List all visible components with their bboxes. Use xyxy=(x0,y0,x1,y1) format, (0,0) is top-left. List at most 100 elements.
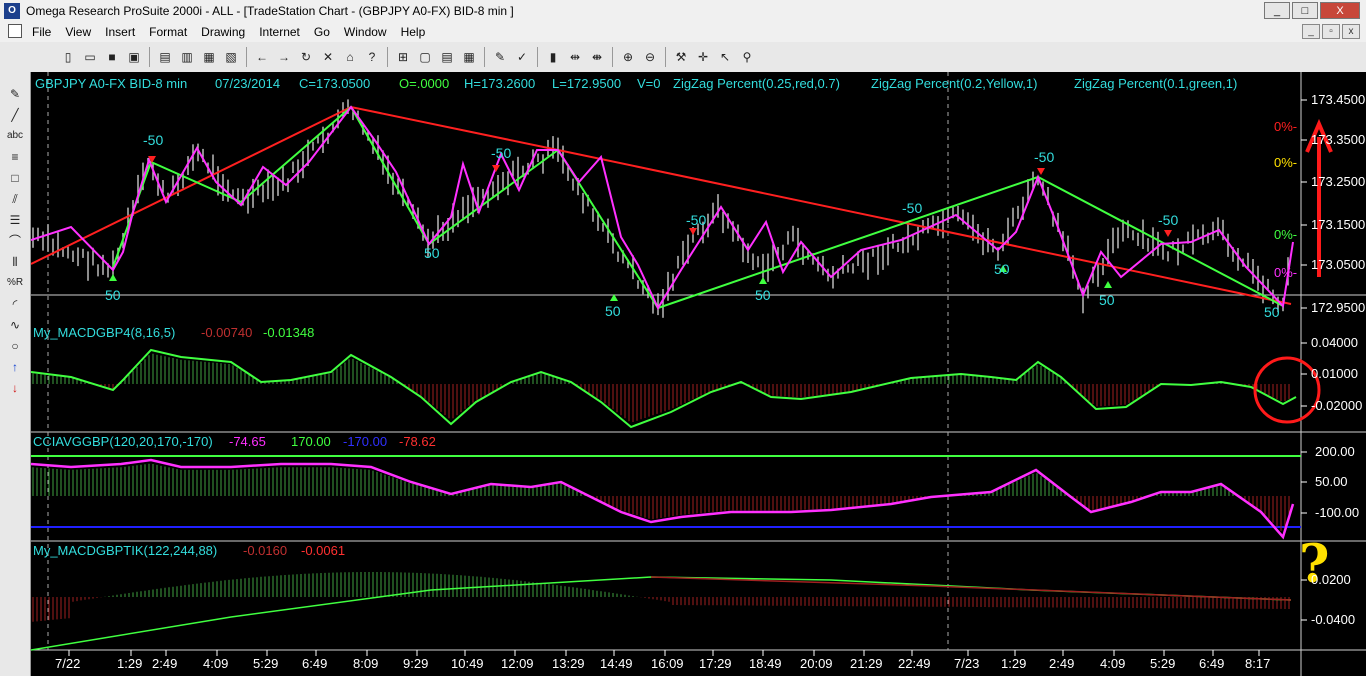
ellipse-icon[interactable]: ○ xyxy=(4,336,26,356)
compress-bars-icon[interactable]: ⇼ xyxy=(587,47,607,67)
swing-low-label: 50 xyxy=(105,287,121,303)
menu-file[interactable]: File xyxy=(32,25,51,39)
time-axis-label: 18:49 xyxy=(749,656,782,671)
chart-area[interactable]: GBPJPY A0-FX BID-8 min 07/23/2014 C=173.… xyxy=(31,72,1366,676)
line-icon[interactable]: ╱ xyxy=(4,105,26,125)
arc-icon[interactable]: ◜ xyxy=(4,294,26,314)
zigzag-yellow-percent: 0%- xyxy=(1274,155,1298,170)
price-high: H=173.2600 xyxy=(464,76,536,91)
time-axis-label: 14:49 xyxy=(600,656,633,671)
gann-icon[interactable]: ⌒ xyxy=(4,231,26,251)
menu-format[interactable]: Format xyxy=(149,25,187,39)
arrow-up-icon[interactable]: ↑ xyxy=(4,357,26,377)
maximize-button[interactable]: □ xyxy=(1292,2,1318,19)
open-folder-icon[interactable]: ▭ xyxy=(80,47,100,67)
grid-icon[interactable]: ▦ xyxy=(459,47,479,67)
percent-r-icon[interactable]: %R xyxy=(4,273,26,293)
refresh-icon[interactable]: ↻ xyxy=(296,47,316,67)
price-volume: V=0 xyxy=(637,76,661,91)
link-icon[interactable]: ⚲ xyxy=(737,47,757,67)
back-icon[interactable]: ← xyxy=(252,47,272,67)
page-setup-icon[interactable]: ▦ xyxy=(199,47,219,67)
cci-value-1: -74.65 xyxy=(229,434,266,449)
zigzag-study-2: ZigZag Percent(0.2,Yellow,1) xyxy=(871,76,1038,91)
title-bar: O Omega Research ProSuite 2000i - ALL - … xyxy=(0,0,1366,23)
buy-arrow xyxy=(759,277,767,284)
toolbar-separator xyxy=(665,47,666,67)
menu-window[interactable]: Window xyxy=(344,25,387,39)
fib-icon[interactable]: ☰ xyxy=(4,210,26,230)
minimize-button[interactable]: _ xyxy=(1264,2,1290,19)
pointer-icon[interactable]: ↖ xyxy=(715,47,735,67)
expand-bars-icon[interactable]: ⇹ xyxy=(565,47,585,67)
time-axis-label: 2:49 xyxy=(1049,656,1075,671)
curve-icon[interactable]: ∿ xyxy=(4,315,26,335)
zoom-in-icon[interactable]: ⊕ xyxy=(618,47,638,67)
chart-canvas[interactable] xyxy=(31,72,1366,676)
zigzag-red-line xyxy=(31,105,1292,305)
tools-icon[interactable]: ⚒ xyxy=(671,47,691,67)
child-close-button[interactable]: x xyxy=(1342,24,1360,39)
arrow-down-icon[interactable]: ↓ xyxy=(4,378,26,398)
cci-study-name: CCIAVGGBP(120,20,170,-170) xyxy=(33,434,213,449)
menu-internet[interactable]: Internet xyxy=(259,25,300,39)
help-icon[interactable]: ? xyxy=(362,47,382,67)
cci-line xyxy=(31,458,1295,540)
crosshair-icon[interactable]: ✛ xyxy=(693,47,713,67)
child-restore-button[interactable]: ▫ xyxy=(1322,24,1340,39)
document-icon[interactable] xyxy=(8,24,22,38)
new-file-icon[interactable]: ▯ xyxy=(58,47,78,67)
sell-arrow xyxy=(1164,230,1172,237)
menu-help[interactable]: Help xyxy=(401,25,426,39)
lines-icon[interactable]: ≡ xyxy=(4,147,26,167)
app-icon: O xyxy=(4,3,20,19)
rectangle-icon[interactable]: □ xyxy=(4,168,26,188)
stop-icon[interactable]: ✕ xyxy=(318,47,338,67)
speed-lines-icon[interactable]: ⦀ xyxy=(4,252,26,272)
print-options-icon[interactable]: ▧ xyxy=(221,47,241,67)
table-icon[interactable]: ▤ xyxy=(437,47,457,67)
data-window-icon[interactable]: ▢ xyxy=(415,47,435,67)
time-axis-label: 6:49 xyxy=(1199,656,1225,671)
cci-value-3: -170.00 xyxy=(343,434,388,449)
buy-arrow xyxy=(1104,281,1112,288)
swing-low-label: 50 xyxy=(994,261,1010,277)
time-axis-label: 5:29 xyxy=(1150,656,1176,671)
price-low: L=172.9500 xyxy=(552,76,622,91)
print-preview-icon[interactable]: ▥ xyxy=(177,47,197,67)
zoom-out-icon[interactable]: ⊖ xyxy=(640,47,660,67)
sell-arrow xyxy=(1037,168,1045,175)
zigzag-pink-percent: 0%- xyxy=(1274,265,1298,280)
price-close: C=173.0500 xyxy=(299,76,371,91)
channel-icon[interactable]: ⫽ xyxy=(4,189,26,209)
tik-tick-label: -0.0400 xyxy=(1311,612,1356,627)
format-icon[interactable]: ✎ xyxy=(490,47,510,67)
analysis-icon[interactable]: ✓ xyxy=(512,47,532,67)
child-minimize-button[interactable]: _ xyxy=(1302,24,1320,39)
pencil-icon[interactable]: ✎ xyxy=(4,84,26,104)
menu-view[interactable]: View xyxy=(65,25,91,39)
select-icon[interactable]: ⊞ xyxy=(393,47,413,67)
print-icon[interactable]: ▤ xyxy=(155,47,175,67)
menu-drawing[interactable]: Drawing xyxy=(201,25,245,39)
bar-chart-icon[interactable]: ▮ xyxy=(543,47,563,67)
forward-icon[interactable]: → xyxy=(274,47,294,67)
drawing-toolbar: ✎ ╱ abc ≡ □ ⫽ ☰ ⌒ ⦀ %R ◜ ∿ ○ ↑ ↓ xyxy=(0,72,31,676)
menu-go[interactable]: Go xyxy=(314,25,330,39)
cci-value-4: -78.62 xyxy=(399,434,436,449)
price-date: 07/23/2014 xyxy=(215,76,281,91)
save-all-icon[interactable]: ▣ xyxy=(124,47,144,67)
price-tick-label: 173.2500 xyxy=(1311,174,1366,189)
time-axis-label: 8:09 xyxy=(353,656,379,671)
time-axis-label: 12:09 xyxy=(501,656,534,671)
macd-tick-label: 0.01000 xyxy=(1311,366,1358,381)
time-axis-label: 10:49 xyxy=(451,656,484,671)
home-icon[interactable]: ⌂ xyxy=(340,47,360,67)
time-axis-label: 5:29 xyxy=(253,656,279,671)
close-button[interactable]: X xyxy=(1320,2,1360,19)
sell-arrow xyxy=(689,228,697,235)
save-icon[interactable]: ■ xyxy=(102,47,122,67)
time-axis-label: 22:49 xyxy=(898,656,931,671)
text-abc-icon[interactable]: abc xyxy=(4,126,26,146)
menu-insert[interactable]: Insert xyxy=(105,25,135,39)
